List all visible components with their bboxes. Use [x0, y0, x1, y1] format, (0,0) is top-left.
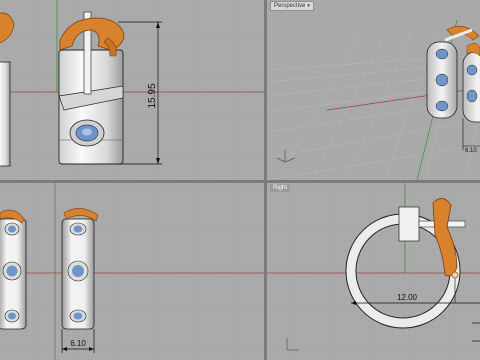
rhino-workspace: 15.95 Perspective ▾ 6.10 6.10 Right 12.0… — [0, 0, 480, 360]
earring-top-left — [0, 209, 27, 330]
right-view-canvas: 12.00 — [267, 183, 480, 360]
viewport-title-right[interactable]: Right — [270, 184, 291, 192]
dimension-label: 6.10 — [465, 148, 477, 154]
dimension-label: 6.10 — [70, 339, 86, 348]
chevron-down-icon[interactable]: ▾ — [307, 3, 310, 9]
dimension-label: 12.00 — [397, 293, 418, 302]
viewport-right[interactable]: Right 12.00 — [267, 183, 480, 360]
viewport-perspective[interactable]: Perspective ▾ 6.10 — [267, 0, 480, 180]
viewport-front[interactable]: 15.95 — [0, 0, 264, 180]
earring-perspective — [426, 25, 480, 123]
viewport-title-text: Right — [273, 185, 288, 191]
viewport-title-text: Perspective — [274, 3, 306, 9]
viewport-top[interactable]: 6.10 — [0, 183, 264, 360]
front-view-canvas: 15.95 — [0, 0, 264, 180]
top-view-canvas: 6.10 — [0, 183, 264, 360]
earring-top-right — [61, 208, 99, 330]
axes-gizmo-icon — [276, 150, 296, 163]
viewport-title-perspective[interactable]: Perspective ▾ — [270, 1, 314, 11]
dimension-label: 15.95 — [147, 83, 158, 108]
dimension-perspective[interactable]: 6.10 — [462, 118, 480, 154]
perspective-canvas: 6.10 — [267, 19, 480, 180]
